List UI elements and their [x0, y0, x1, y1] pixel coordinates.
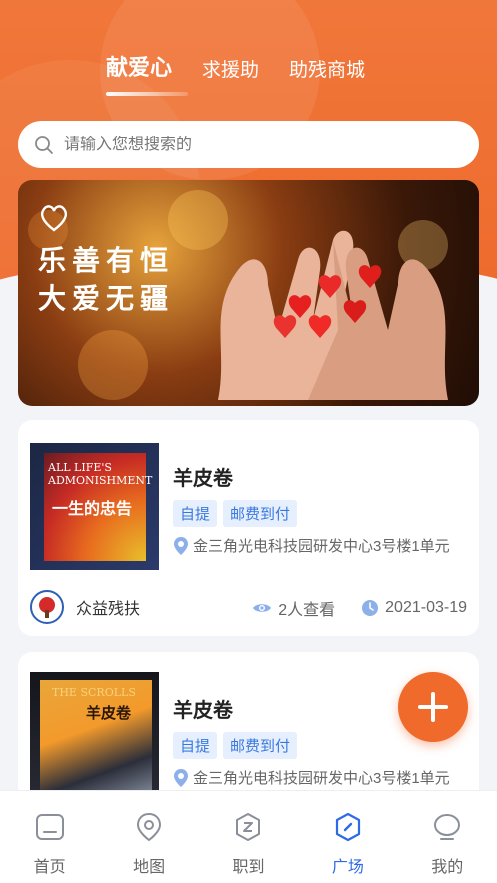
address-text: 金三角光电科技园研发中心3号楼1单元: [193, 770, 450, 787]
eye-icon: [253, 604, 272, 612]
tag-postage: 邮费到付: [223, 500, 298, 527]
nav-label: 首页: [33, 859, 66, 876]
plus-icon: [418, 692, 448, 722]
bokeh: [78, 330, 148, 400]
banner-line-1: 乐善有恒: [38, 244, 175, 277]
nav-profile[interactable]: 我的: [407, 811, 487, 877]
view-count: 2人查看: [278, 602, 336, 619]
location-icon: [174, 768, 188, 787]
publisher-name: 众益残扶: [76, 601, 141, 618]
profile-icon: [434, 814, 461, 840]
banner[interactable]: 乐善有恒 大爱无疆: [18, 180, 479, 406]
book-cover-text: ALL LIFE'S ADMONISHMENT: [48, 461, 153, 487]
tab-mall[interactable]: 助残商城: [289, 55, 365, 82]
bottom-nav: 首页 地图 职到 广场 我的: [0, 790, 497, 883]
card-title: 羊皮卷: [173, 700, 233, 722]
location-icon: [174, 536, 188, 555]
tag-postage: 邮费到付: [223, 732, 298, 759]
nav-label: 地图: [133, 859, 166, 876]
tab-donate[interactable]: 献爱心: [106, 50, 189, 96]
nav-home[interactable]: 首页: [10, 811, 90, 877]
publisher[interactable]: 众益残扶: [30, 590, 140, 624]
card-meta: 2人查看 2021-03-19: [252, 596, 467, 620]
nav-label: 我的: [431, 859, 464, 876]
book-cover-title: 羊皮卷: [86, 704, 132, 722]
banner-slogan: 乐善有恒 大爱无疆: [38, 242, 174, 318]
nav-label: 广场: [331, 859, 364, 876]
tag-list: 自提 邮费到付: [173, 500, 298, 527]
address: 金三角光电科技园研发中心3号楼1单元: [173, 535, 450, 556]
tab-request-aid[interactable]: 求援助: [202, 55, 259, 82]
add-button[interactable]: [398, 672, 468, 742]
search-input[interactable]: [64, 135, 444, 154]
card-title: 羊皮卷: [173, 468, 233, 490]
nav-map[interactable]: 地图: [109, 811, 189, 877]
job-icon: [236, 813, 261, 841]
nav-job[interactable]: 职到: [208, 811, 288, 877]
top-tabs: 献爱心 求援助 助残商城: [106, 50, 365, 96]
book-cover-title: 一生的忠告: [52, 499, 133, 518]
donation-card[interactable]: ALL LIFE'S ADMONISHMENT 一生的忠告 羊皮卷 自提 邮费到…: [18, 420, 479, 636]
search-icon: [35, 135, 53, 154]
address: 金三角光电科技园研发中心3号楼1单元: [173, 767, 450, 788]
banner-line-2: 大爱无疆: [38, 282, 175, 315]
map-pin-icon: [137, 812, 162, 842]
book-cover-text: THE SCROLLS: [52, 686, 136, 699]
tag-pickup: 自提: [173, 500, 218, 527]
book-image: ALL LIFE'S ADMONISHMENT 一生的忠告: [30, 443, 159, 570]
hands-hearts-image: [218, 230, 448, 400]
avatar: [30, 590, 64, 624]
address-text: 金三角光电科技园研发中心3号楼1单元: [193, 538, 450, 555]
clock-icon: [362, 600, 379, 616]
compass-icon: [335, 812, 360, 842]
nav-square[interactable]: 广场: [308, 811, 388, 877]
search-bar[interactable]: [18, 121, 479, 168]
post-date: 2021-03-19: [385, 599, 467, 616]
tag-pickup: 自提: [173, 732, 218, 759]
heart-icon: [40, 205, 68, 232]
tag-list: 自提 邮费到付: [173, 732, 298, 759]
home-icon: [35, 814, 64, 840]
nav-label: 职到: [232, 859, 265, 876]
organization-logo-icon: [33, 593, 61, 621]
